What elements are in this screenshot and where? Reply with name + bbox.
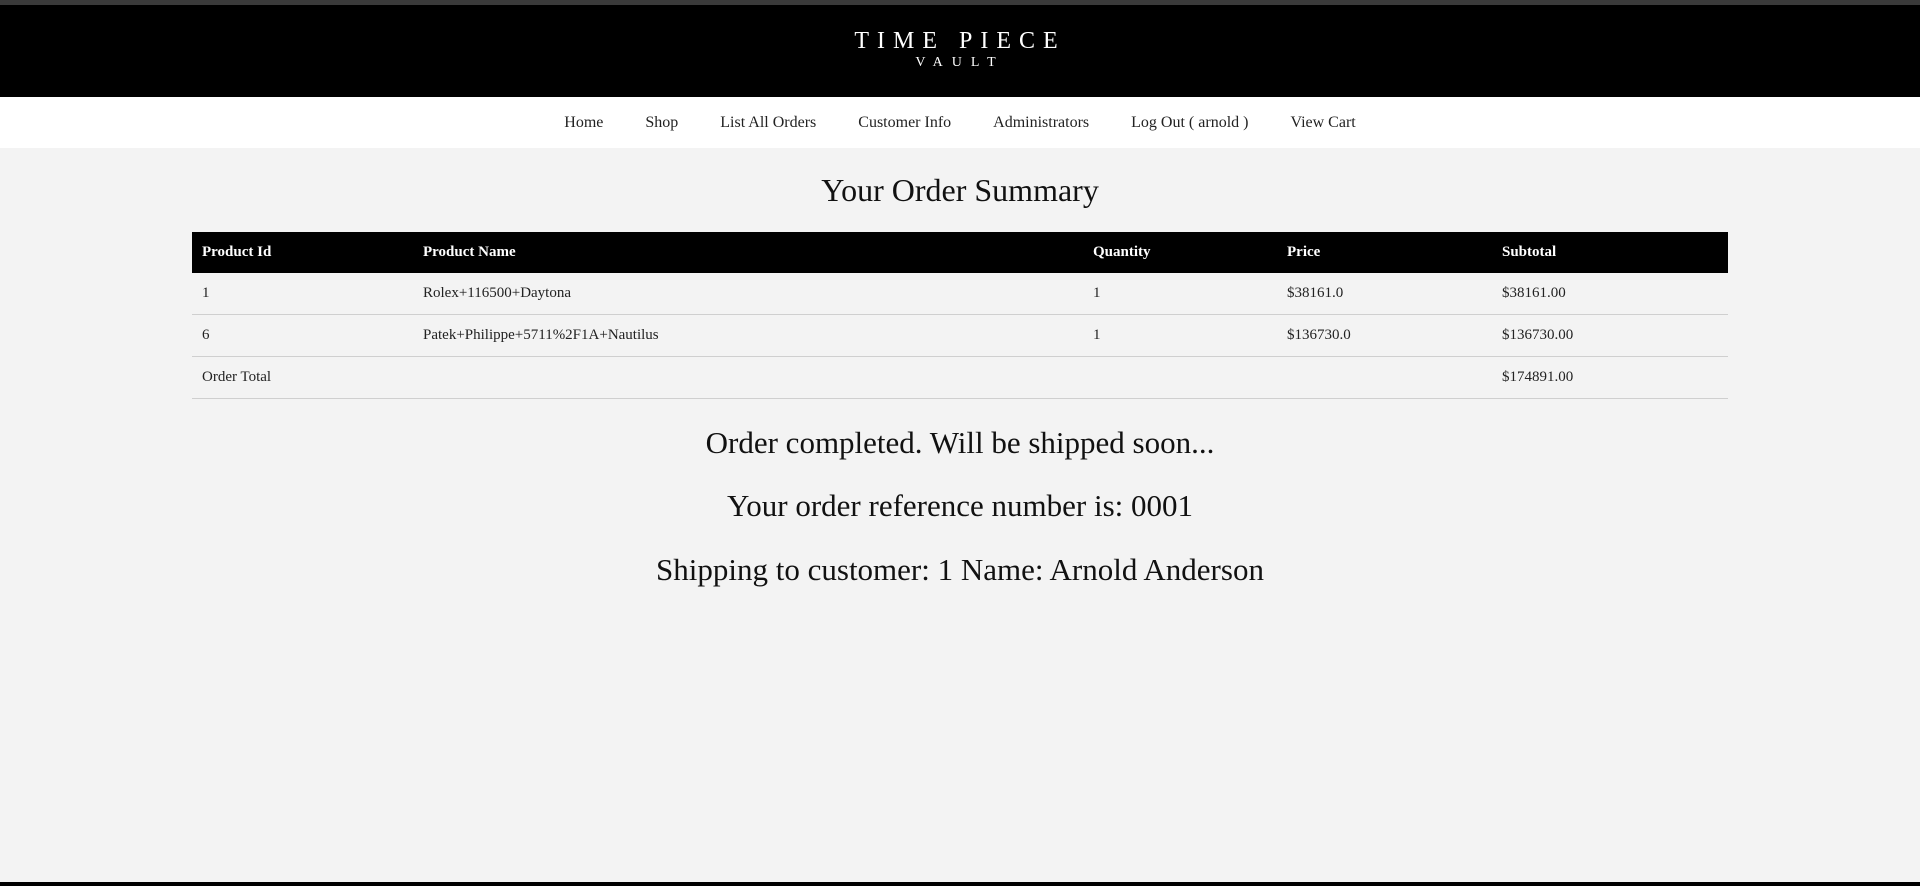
order-status-message: Order completed. Will be shipped soon... bbox=[705, 425, 1215, 460]
empty-cell bbox=[1277, 356, 1492, 399]
cell-product-name: Patek+Philippe+5711%2F1A+Nautilus bbox=[413, 314, 1083, 357]
nav-administrators[interactable]: Administrators bbox=[972, 97, 1110, 148]
bottom-strip bbox=[0, 882, 1920, 886]
column-header-subtotal: Subtotal bbox=[1492, 232, 1728, 273]
nav-shop[interactable]: Shop bbox=[624, 97, 699, 148]
order-reference-message: Your order reference number is: 0001 bbox=[726, 488, 1193, 523]
nav-home[interactable]: Home bbox=[543, 97, 624, 148]
cell-product-name: Rolex+116500+Daytona bbox=[413, 273, 1083, 315]
cell-subtotal: $38161.00 bbox=[1492, 273, 1728, 315]
empty-cell bbox=[1083, 356, 1277, 399]
page-title: Your Order Summary bbox=[821, 172, 1099, 208]
nav-view-cart[interactable]: View Cart bbox=[1269, 97, 1376, 148]
cell-product-id: 1 bbox=[192, 273, 413, 315]
cell-quantity: 1 bbox=[1083, 273, 1277, 315]
logo-subtitle: VAULT bbox=[915, 55, 1005, 70]
site-header: TIME PIECE VAULT bbox=[0, 5, 1920, 97]
nav-customer-info[interactable]: Customer Info bbox=[837, 97, 972, 148]
cell-product-id: 6 bbox=[192, 314, 413, 357]
table-header-row: Product Id Product Name Quantity Price S… bbox=[192, 232, 1728, 273]
main-nav: Home Shop List All Orders Customer Info … bbox=[0, 97, 1920, 148]
table-row: 1 Rolex+116500+Daytona 1 $38161.0 $38161… bbox=[192, 273, 1728, 315]
shipping-customer-message: Shipping to customer: 1 Name: Arnold And… bbox=[656, 552, 1264, 587]
order-total-value: $174891.00 bbox=[1492, 356, 1728, 399]
order-total-label: Order Total bbox=[192, 356, 413, 399]
logo-title[interactable]: TIME PIECE bbox=[0, 27, 1920, 55]
nav-log-out[interactable]: Log Out ( arnold ) bbox=[1110, 97, 1269, 148]
cell-price: $38161.0 bbox=[1277, 273, 1492, 315]
nav-list-all-orders[interactable]: List All Orders bbox=[699, 97, 837, 148]
cell-quantity: 1 bbox=[1083, 314, 1277, 357]
table-row: 6 Patek+Philippe+5711%2F1A+Nautilus 1 $1… bbox=[192, 314, 1728, 357]
empty-cell bbox=[413, 356, 1083, 399]
order-total-row: Order Total $174891.00 bbox=[192, 356, 1728, 399]
order-summary-table: Product Id Product Name Quantity Price S… bbox=[192, 232, 1728, 399]
column-header-price: Price bbox=[1277, 232, 1492, 273]
column-header-quantity: Quantity bbox=[1083, 232, 1277, 273]
cell-subtotal: $136730.00 bbox=[1492, 314, 1728, 357]
cell-price: $136730.0 bbox=[1277, 314, 1492, 357]
column-header-product-id: Product Id bbox=[192, 232, 413, 273]
column-header-product-name: Product Name bbox=[413, 232, 1083, 273]
